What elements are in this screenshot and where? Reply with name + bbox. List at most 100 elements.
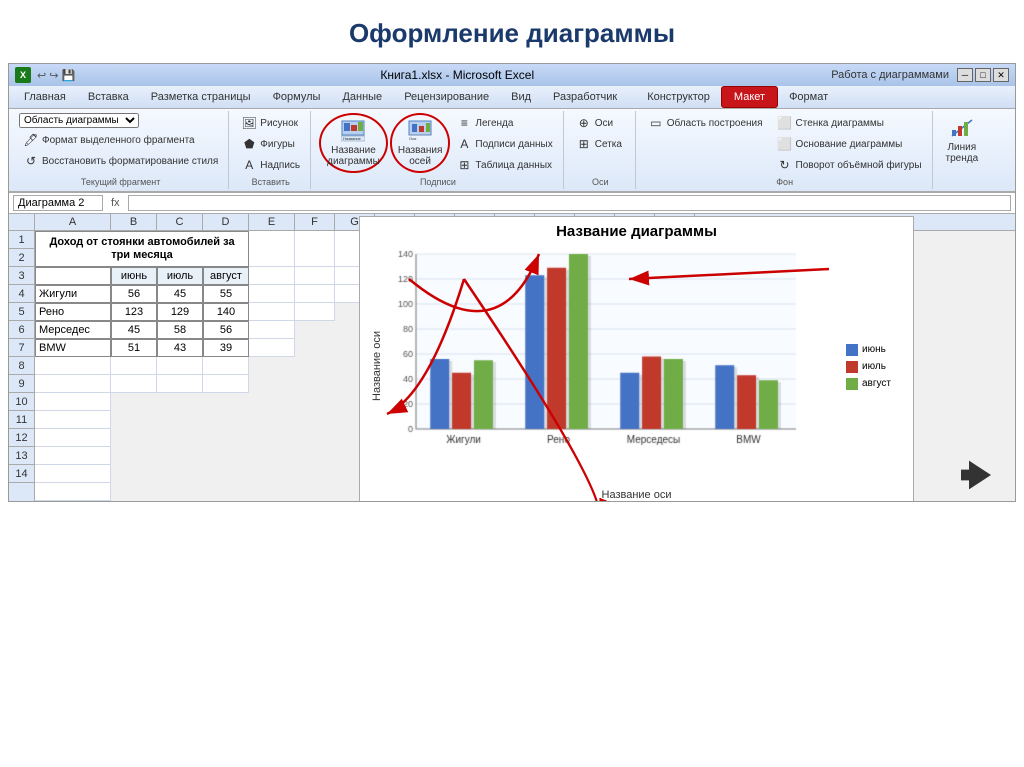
row-5[interactable]: 5 xyxy=(9,303,34,321)
cell-a8[interactable] xyxy=(35,375,111,393)
tab-retsenz[interactable]: Рецензирование xyxy=(393,86,500,108)
cell-c8[interactable] xyxy=(157,375,203,393)
cell-c7[interactable] xyxy=(157,357,203,375)
cell-b6[interactable]: 51 xyxy=(111,339,157,357)
cell-e1[interactable] xyxy=(249,231,295,267)
cell-b8[interactable] xyxy=(111,375,157,393)
cell-a5[interactable]: Мерседес xyxy=(35,321,111,339)
cell-d6[interactable]: 39 xyxy=(203,339,249,357)
cell-e5[interactable] xyxy=(249,321,295,339)
cell-e6[interactable] xyxy=(249,339,295,357)
trendline-btn[interactable]: Линиятренда xyxy=(941,113,984,167)
base-btn[interactable]: ⬜ Основание диаграммы xyxy=(773,134,926,154)
row-9[interactable]: 9 xyxy=(9,375,34,393)
data-table-btn[interactable]: ⊞ Таблица данных xyxy=(452,155,556,175)
cell-a11[interactable] xyxy=(35,429,111,447)
cell-b4[interactable]: 123 xyxy=(111,303,157,321)
cell-d3[interactable]: 55 xyxy=(203,285,249,303)
row-13[interactable]: 13 xyxy=(9,447,34,465)
cell-b5[interactable]: 45 xyxy=(111,321,157,339)
textbox-btn[interactable]: A Надпись xyxy=(237,155,304,175)
col-B[interactable]: B xyxy=(111,214,157,230)
cell-a12[interactable] xyxy=(35,447,111,465)
tab-razrab[interactable]: Разработчик xyxy=(542,86,628,108)
row-3[interactable]: 3 xyxy=(9,267,34,285)
cell-a1[interactable]: Доход от стоянки автомобилей за три меся… xyxy=(35,231,249,267)
row-14[interactable]: 14 xyxy=(9,465,34,483)
cell-c3[interactable]: 45 xyxy=(157,285,203,303)
cell-c6[interactable]: 43 xyxy=(157,339,203,357)
cell-c5[interactable]: 58 xyxy=(157,321,203,339)
cell-d8[interactable] xyxy=(203,375,249,393)
cell-a2[interactable] xyxy=(35,267,111,285)
format-selected-btn[interactable]: 🖊 Формат выделенного фрагмента xyxy=(19,130,199,150)
col-C[interactable]: C xyxy=(157,214,203,230)
cell-b2[interactable]: июнь xyxy=(111,267,157,285)
cell-a14[interactable] xyxy=(35,483,111,501)
area-dropdown[interactable]: Область диаграммы xyxy=(19,113,139,128)
cell-a9[interactable] xyxy=(35,393,111,411)
tab-format[interactable]: Формат xyxy=(778,86,839,108)
row-8[interactable]: 8 xyxy=(9,357,34,375)
cell-a3[interactable]: Жигули xyxy=(35,285,111,303)
cell-b7[interactable] xyxy=(111,357,157,375)
data-labels-btn[interactable]: A Подписи данных xyxy=(452,134,556,154)
cell-c4[interactable]: 129 xyxy=(157,303,203,321)
row-12[interactable]: 12 xyxy=(9,429,34,447)
cell-d2[interactable]: август xyxy=(203,267,249,285)
shapes-btn[interactable]: ⬟ Фигуры xyxy=(237,134,298,154)
axes-btn[interactable]: ⊕ Оси xyxy=(572,113,617,133)
restore-style-btn[interactable]: ↺ Восстановить форматирование стиля xyxy=(19,151,222,171)
axes-titles-btn[interactable]: Оси Названияосей xyxy=(390,113,451,173)
chart-container[interactable]: Название диаграммы Название оси июнь xyxy=(359,216,914,501)
tab-dannye[interactable]: Данные xyxy=(331,86,393,108)
tab-formuly[interactable]: Формулы xyxy=(262,86,332,108)
col-F[interactable]: F xyxy=(295,214,335,230)
plot-area-btn[interactable]: ▭ Область построения xyxy=(644,113,767,133)
cell-d4[interactable]: 140 xyxy=(203,303,249,321)
chart-title-btn[interactable]: Название Названиедиаграммы xyxy=(319,113,388,173)
cell-a7[interactable] xyxy=(35,357,111,375)
cell-d5[interactable]: 56 xyxy=(203,321,249,339)
row-6[interactable]: 6 xyxy=(9,321,34,339)
formula-input[interactable] xyxy=(128,195,1011,211)
row-10[interactable]: 10 xyxy=(9,393,34,411)
cell-e2[interactable] xyxy=(249,267,295,285)
cell-f1[interactable] xyxy=(295,231,335,267)
minimize-btn[interactable]: ─ xyxy=(957,68,973,82)
cell-b3[interactable]: 56 xyxy=(111,285,157,303)
cell-a10[interactable] xyxy=(35,411,111,429)
tab-razmetka[interactable]: Разметка страницы xyxy=(140,86,262,108)
col-A[interactable]: A xyxy=(35,214,111,230)
cell-f2[interactable] xyxy=(295,267,335,285)
wall-btn[interactable]: ⬜ Стенка диаграммы xyxy=(773,113,926,133)
rotate-btn[interactable]: ↻ Поворот объёмной фигуры xyxy=(773,155,926,175)
tab-konstruktor[interactable]: Конструктор xyxy=(636,86,721,108)
tab-glavnaya[interactable]: Главная xyxy=(13,86,77,108)
tab-maket[interactable]: Макет xyxy=(721,86,778,108)
formula-func-btn[interactable]: fx xyxy=(107,197,124,209)
col-E[interactable]: E xyxy=(249,214,295,230)
row-1[interactable]: 1 xyxy=(9,231,34,249)
maximize-btn[interactable]: □ xyxy=(975,68,991,82)
cell-e4[interactable] xyxy=(249,303,295,321)
tab-vstavka[interactable]: Вставка xyxy=(77,86,140,108)
row-4[interactable]: 4 xyxy=(9,285,34,303)
cell-d7[interactable] xyxy=(203,357,249,375)
legend-btn[interactable]: ≡ Легенда xyxy=(452,113,517,133)
row-7[interactable]: 7 xyxy=(9,339,34,357)
tab-vid[interactable]: Вид xyxy=(500,86,542,108)
cell-c2[interactable]: июль xyxy=(157,267,203,285)
name-box[interactable] xyxy=(13,195,103,211)
row-2[interactable]: 2 xyxy=(9,249,34,267)
window-controls[interactable]: ─ □ ✕ xyxy=(957,68,1009,82)
cell-a4[interactable]: Рено xyxy=(35,303,111,321)
cell-e3[interactable] xyxy=(249,285,295,303)
col-D[interactable]: D xyxy=(203,214,249,230)
grid-btn[interactable]: ⊞ Сетка xyxy=(572,134,626,154)
cell-a6[interactable]: BMW xyxy=(35,339,111,357)
row-11[interactable]: 11 xyxy=(9,411,34,429)
cell-f3[interactable] xyxy=(295,285,335,303)
picture-btn[interactable]: 🖼 Рисунок xyxy=(237,113,302,133)
close-btn[interactable]: ✕ xyxy=(993,68,1009,82)
